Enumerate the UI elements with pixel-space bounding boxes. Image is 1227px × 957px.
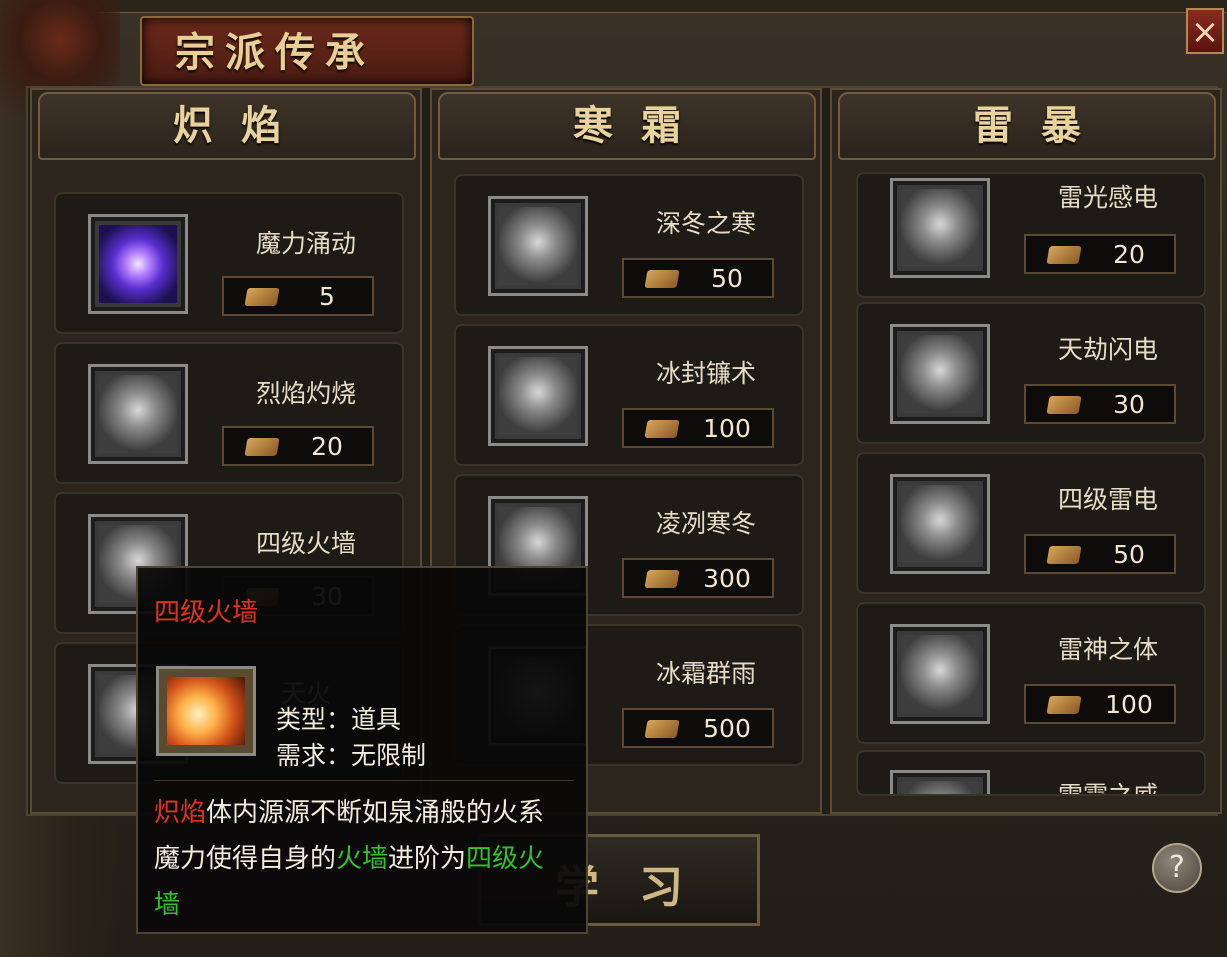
skill-name: 深冬之寒	[655, 209, 756, 238]
skill-name: 雷光感电	[1057, 183, 1158, 212]
column-title: 炽焰	[173, 102, 309, 149]
skill-card[interactable]: 魔力涌动 5	[54, 192, 404, 334]
cost-value: 30	[1113, 390, 1145, 419]
purple-orb-icon	[88, 214, 188, 314]
skill-name: 雷神之体	[1057, 635, 1158, 664]
skill-name: 天劫闪电	[1057, 335, 1158, 364]
cost-value: 50	[711, 264, 743, 293]
fire-icon	[156, 666, 256, 756]
skill-card[interactable]: 冰封镰术 100	[454, 324, 804, 466]
skill-card[interactable]: 天劫闪电 30	[856, 302, 1206, 444]
scroll-icon	[1046, 246, 1082, 264]
cost-box: 500	[622, 708, 774, 748]
scroll-icon	[1046, 396, 1082, 414]
close-button[interactable]: ×	[1186, 8, 1224, 54]
scroll-icon	[644, 720, 680, 738]
lightning-icon	[890, 474, 990, 574]
scroll-icon	[244, 438, 280, 456]
column-header: 寒霜	[438, 92, 816, 160]
tooltip-title: 四级火墙	[154, 598, 259, 628]
top-strip	[0, 0, 1227, 13]
ice-icon	[488, 196, 588, 296]
lightning-icon	[890, 324, 990, 424]
scroll-icon	[1046, 546, 1082, 564]
column-title: 雷暴	[973, 102, 1109, 149]
cost-value: 20	[311, 432, 343, 461]
cost-box: 30	[1024, 384, 1176, 424]
scroll-icon	[644, 570, 680, 588]
tooltip-description: 炽焰体内源源不断如泉涌般的火系魔力使得自身的火墙进阶为四级火墙	[154, 790, 570, 928]
skill-name: 凌冽寒冬	[655, 509, 756, 538]
column-thunder: 雷暴 雷光感电 20 天劫闪电 30 四级雷电 50 雷神之体 100 雷霆之威	[830, 88, 1222, 814]
cost-box: 300	[622, 558, 774, 598]
desc-text: 进阶为	[388, 844, 467, 874]
column-header: 炽焰	[38, 92, 416, 160]
cost-value: 20	[1113, 240, 1145, 269]
cost-box: 100	[1024, 684, 1176, 724]
skill-card[interactable]: 四级雷电 50	[856, 452, 1206, 594]
cost-value: 50	[1113, 540, 1145, 569]
ice-icon	[488, 346, 588, 446]
skill-name: 冰封镰术	[655, 359, 756, 388]
cost-box: 50	[622, 258, 774, 298]
cost-value: 100	[1105, 690, 1153, 719]
flame-burn-icon	[88, 364, 188, 464]
skill-card[interactable]: 烈焰灼烧 20	[54, 342, 404, 484]
cost-value: 100	[703, 414, 751, 443]
skill-name: 冰霜群雨	[655, 659, 756, 688]
skill-card[interactable]: 深冬之寒 50	[454, 174, 804, 316]
column-header: 雷暴	[838, 92, 1216, 160]
lightning-icon	[890, 624, 990, 724]
skill-card[interactable]: 雷霆之威	[856, 750, 1206, 796]
skill-name: 魔力涌动	[255, 229, 356, 258]
cost-value: 5	[319, 282, 335, 311]
skill-card[interactable]: 雷神之体 100	[856, 602, 1206, 744]
scroll-icon	[244, 288, 280, 306]
cost-value: 500	[703, 714, 751, 743]
scroll-icon	[1046, 696, 1082, 714]
tooltip-divider	[154, 780, 574, 781]
cost-box: 5	[222, 276, 374, 316]
scroll-icon	[644, 420, 680, 438]
column-title: 寒霜	[573, 102, 709, 149]
skill-name: 四级火墙	[255, 529, 356, 558]
skill-card[interactable]: 雷光感电 20	[856, 172, 1206, 298]
scroll-icon	[644, 270, 680, 288]
desc-school: 炽焰	[154, 798, 207, 828]
cost-box: 50	[1024, 534, 1176, 574]
skill-tooltip: 四级火墙 类型：道具 需求：无限制 炽焰体内源源不断如泉涌般的火系魔力使得自身的…	[136, 566, 588, 934]
cost-box: 20	[222, 426, 374, 466]
skill-name: 雷霆之威	[1057, 781, 1158, 796]
cost-value: 300	[703, 564, 751, 593]
lightning-icon	[890, 770, 990, 794]
help-button[interactable]: ?	[1152, 843, 1202, 893]
tooltip-type: 类型：道具	[276, 705, 402, 734]
cost-box: 20	[1024, 234, 1176, 274]
skill-name: 烈焰灼烧	[255, 379, 356, 408]
tooltip-requirement: 需求：无限制	[276, 741, 427, 770]
cost-box: 100	[622, 408, 774, 448]
desc-skill: 火墙	[336, 844, 389, 874]
window-title: 宗派传承	[175, 29, 375, 76]
skill-name: 四级雷电	[1057, 485, 1158, 514]
lightning-icon	[890, 178, 990, 278]
